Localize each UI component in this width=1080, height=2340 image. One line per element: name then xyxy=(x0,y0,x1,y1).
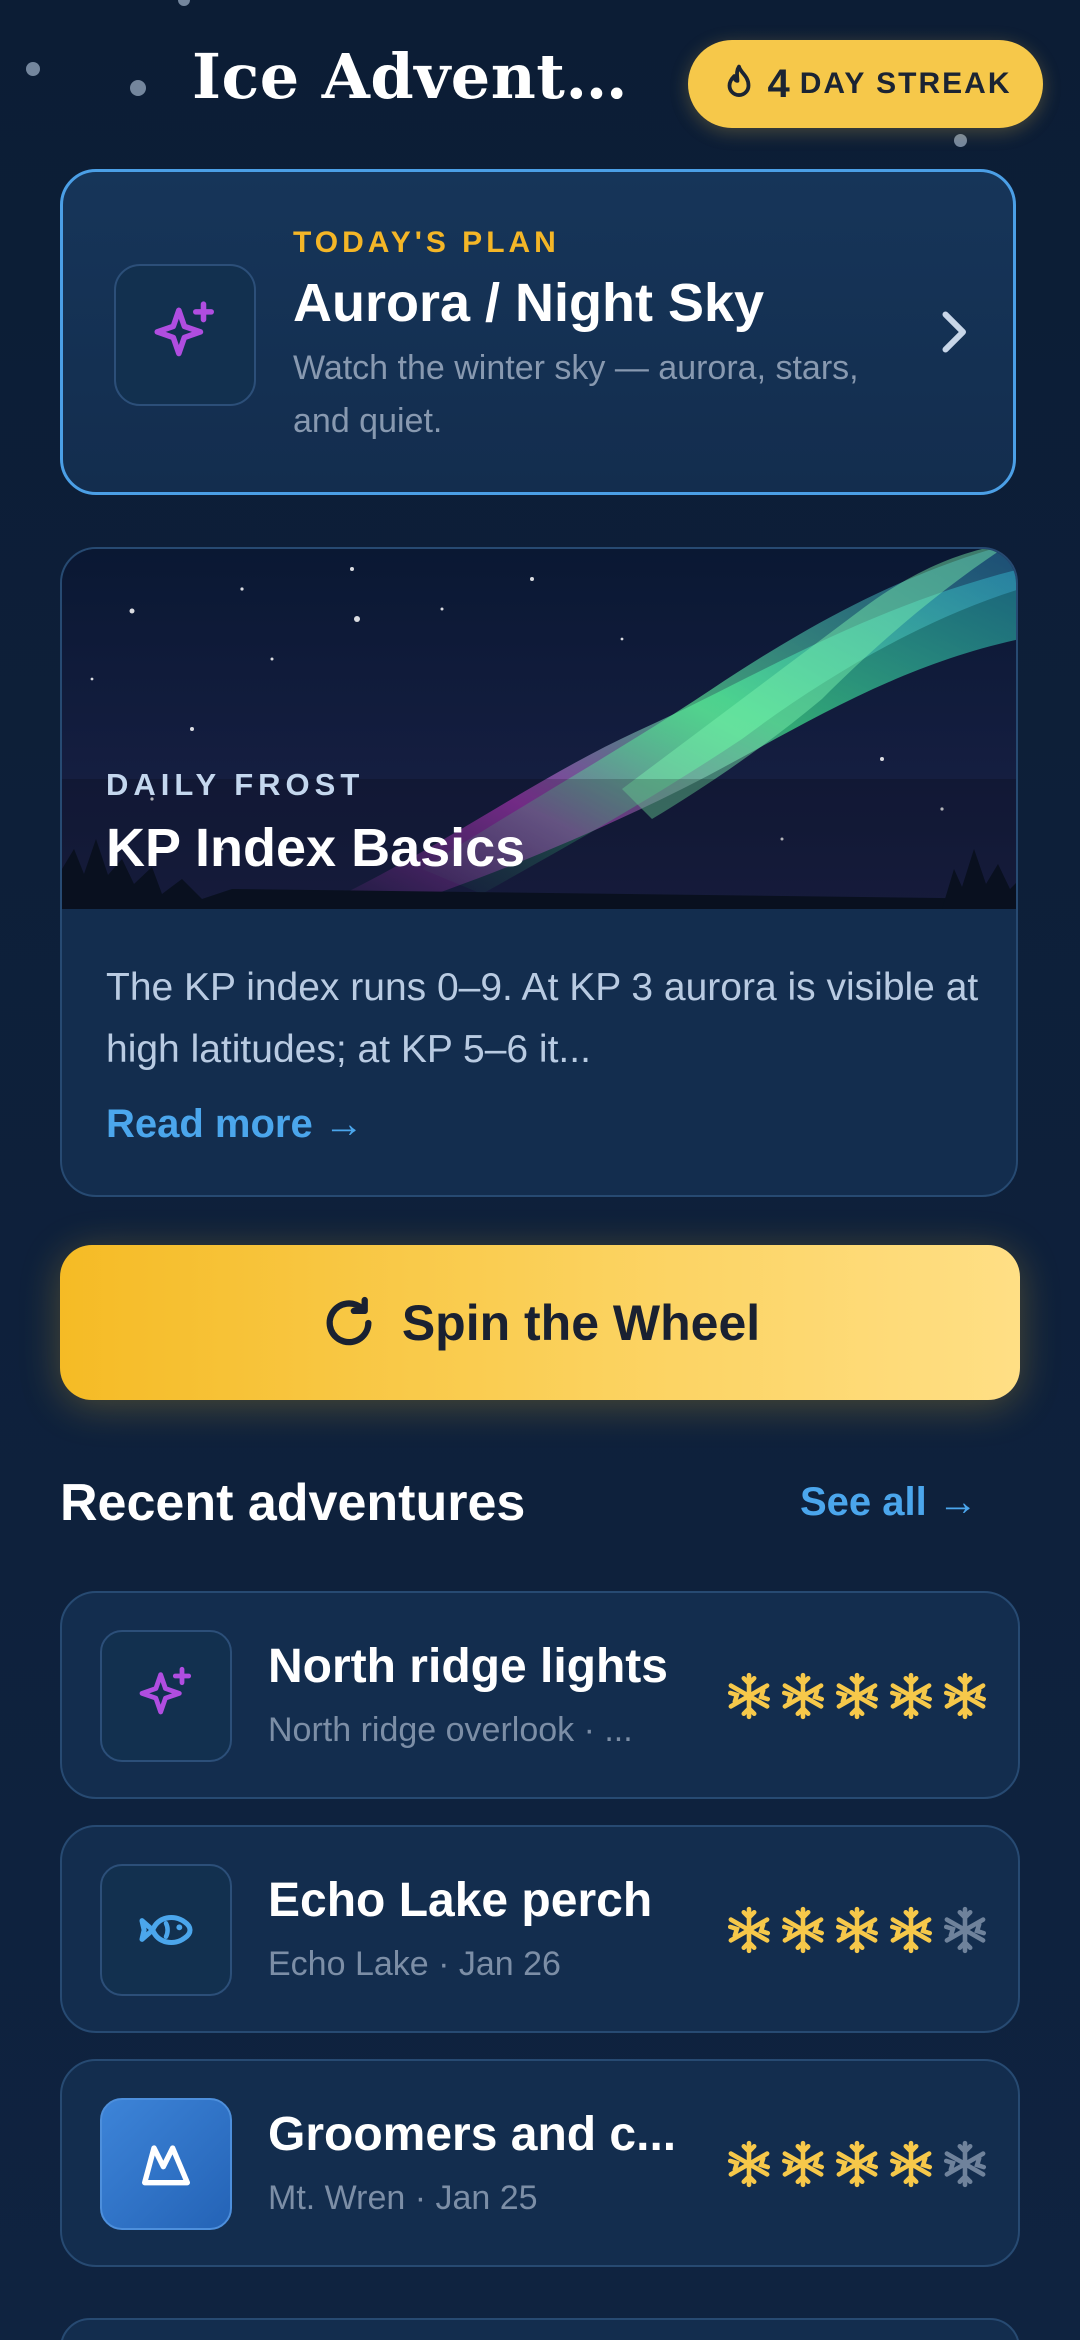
snowflake-filled-icon xyxy=(781,2140,825,2188)
adventure-icon-container xyxy=(100,1864,232,1996)
todays-plan-card[interactable]: TODAY'S PLAN Aurora / Night Sky Watch th… xyxy=(60,169,1016,495)
daily-frost-card[interactable]: DAILY FROST KP Index Basics The KP index… xyxy=(60,547,1018,1197)
sparkles-icon xyxy=(139,1666,192,1715)
snowflake-filled-icon xyxy=(889,1672,933,1720)
snowflake-rating xyxy=(724,1905,990,1955)
spin-the-wheel-button[interactable]: Spin the Wheel xyxy=(60,1245,1020,1400)
streak-label: DAY STREAK xyxy=(799,67,1012,100)
sparkles-icon xyxy=(154,301,214,357)
snowflake-filled-icon xyxy=(943,1672,987,1720)
snowflake-empty-icon xyxy=(943,1906,987,1954)
adventure-item[interactable]: Groomers and c... Mt. Wren · Jan 25 xyxy=(60,2059,1020,2267)
snowflake-filled-icon xyxy=(889,1906,933,1954)
plan-title: Aurora / Night Sky xyxy=(293,273,765,333)
snowflake-rating xyxy=(724,1671,990,1721)
spin-label: Spin the Wheel xyxy=(401,1294,761,1351)
recent-adventures-heading: Recent adventures xyxy=(60,1474,526,1532)
adventure-item[interactable]: North ridge lights North ridge overlook … xyxy=(60,1591,1020,1799)
adventure-item[interactable]: Echo Lake perch Echo Lake · Jan 26 xyxy=(60,1825,1020,2033)
frost-title: KP Index Basics xyxy=(106,818,526,878)
adventure-icon-container xyxy=(100,1630,232,1762)
fish-icon xyxy=(139,1914,193,1946)
adventure-item-partial[interactable] xyxy=(60,2318,1020,2340)
adventure-subtitle: Echo Lake · Jan 26 xyxy=(268,1945,561,1983)
snowflake-filled-icon xyxy=(727,1906,771,1954)
adventure-title: Groomers and c... xyxy=(268,2108,677,2161)
chevron-right-icon xyxy=(942,311,966,353)
plan-kicker: TODAY'S PLAN xyxy=(293,226,560,259)
snowflake-filled-icon xyxy=(727,2140,771,2188)
refresh-icon xyxy=(326,1296,372,1345)
adventure-icon-container xyxy=(100,2098,232,2230)
snowflake-empty-icon xyxy=(943,2140,987,2188)
adventure-subtitle: North ridge overlook · ... xyxy=(268,1711,633,1749)
adventure-subtitle: Mt. Wren · Jan 25 xyxy=(268,2179,538,2217)
flame-icon xyxy=(727,64,750,97)
streak-badge[interactable]: 4 DAY STREAK xyxy=(688,40,1043,128)
adventure-title: Echo Lake perch xyxy=(268,1874,653,1927)
snowflake-filled-icon xyxy=(835,1672,879,1720)
snowflake-filled-icon xyxy=(781,1672,825,1720)
read-more-link[interactable]: Read more → xyxy=(106,1102,364,1147)
frost-kicker: DAILY FROST xyxy=(106,767,365,802)
snowflake-filled-icon xyxy=(781,1906,825,1954)
app-screen: Ice Adventur... 4 DAY STREAK TODAY'S PLA… xyxy=(0,0,1080,2340)
plan-description: Watch the winter sky — aurora, stars, an… xyxy=(293,349,859,440)
header: Ice Adventur... 4 DAY STREAK xyxy=(0,0,1080,165)
snowflake-rating xyxy=(724,2139,990,2189)
snowflake-filled-icon xyxy=(889,2140,933,2188)
plan-icon-container xyxy=(114,264,256,406)
snowflake-filled-icon xyxy=(727,1672,771,1720)
adventure-title: North ridge lights xyxy=(268,1640,668,1693)
snowflake-filled-icon xyxy=(835,1906,879,1954)
app-title: Ice Adventur... xyxy=(192,40,662,113)
see-all-link[interactable]: See all → xyxy=(800,1480,978,1525)
frost-body: The KP index runs 0–9. At KP 3 aurora is… xyxy=(106,966,979,1071)
mountain-icon xyxy=(142,2145,190,2186)
snowflake-filled-icon xyxy=(835,2140,879,2188)
streak-count: 4 xyxy=(767,61,790,106)
